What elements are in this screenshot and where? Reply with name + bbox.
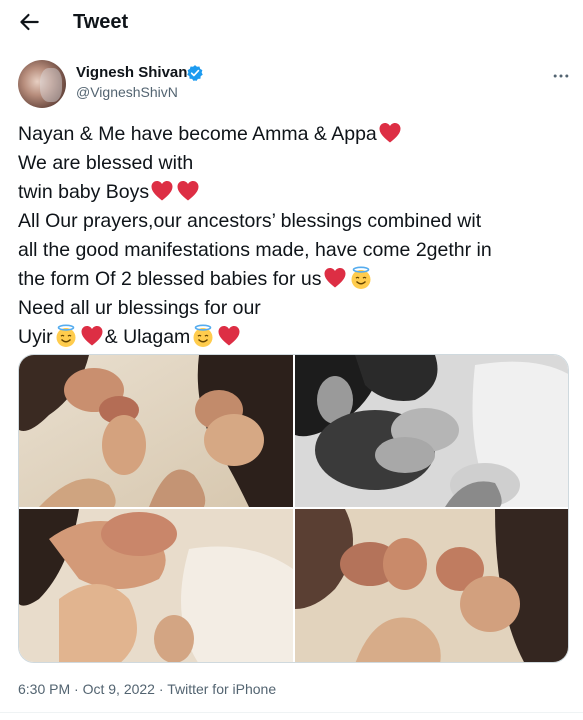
divider: [0, 712, 583, 713]
tweet-line-5: all the good manifestations made, have c…: [18, 239, 492, 261]
meta-separator: ·: [154, 681, 168, 697]
tweet-media-grid: [18, 354, 569, 663]
tweet-line-8-ulagam: & Ulagam: [104, 326, 191, 348]
red-heart-emoji-icon: [176, 179, 200, 203]
more-horizontal-icon[interactable]: [551, 66, 571, 86]
halo-face-emoji-icon: [54, 324, 78, 348]
tweet-author: Vignesh Shivan @VigneshShivN: [0, 56, 583, 112]
tweet-line-1-text: Nayan & Me have become Amma & Appa: [18, 123, 377, 145]
red-heart-emoji-icon: [378, 121, 402, 145]
page-title: Tweet: [73, 11, 129, 33]
top-bar: Tweet: [0, 0, 583, 44]
tweet-photo-1[interactable]: [19, 355, 293, 507]
red-heart-emoji-icon: [80, 324, 104, 348]
halo-face-emoji-icon: [349, 266, 373, 290]
tweet-photo-3[interactable]: [19, 509, 293, 662]
tweet-photo-4[interactable]: [295, 509, 568, 662]
tweet-text: Nayan & Me have become Amma & Appa We ar…: [18, 120, 570, 352]
avatar[interactable]: [18, 60, 66, 108]
tweet-source[interactable]: Twitter for iPhone: [167, 681, 276, 697]
arrow-left-icon[interactable]: [16, 9, 42, 35]
tweet-metadata: 6:30 PM · Oct 9, 2022 · Twitter for iPho…: [18, 681, 276, 697]
tweet-line-6-text: the form Of 2 blessed babies for us: [18, 268, 322, 290]
tweet-line-3-text: twin baby Boys: [18, 181, 150, 203]
tweet-line-6: the form Of 2 blessed babies for us: [18, 265, 570, 294]
red-heart-emoji-icon: [323, 266, 347, 290]
tweet-line-7: Need all ur blessings for our: [18, 297, 261, 319]
tweet-line-3: twin baby Boys: [18, 178, 570, 207]
tweet-line-4: All Our prayers,our ancestors’ blessings…: [18, 210, 482, 232]
tweet-time[interactable]: 6:30 PM: [18, 681, 70, 697]
tweet-date[interactable]: Oct 9, 2022: [83, 681, 155, 697]
tweet-line-8-uyir: Uyir: [18, 326, 53, 348]
author-display-name[interactable]: Vignesh Shivan: [76, 64, 187, 81]
red-heart-emoji-icon: [217, 324, 241, 348]
tweet-line-2: We are blessed with: [18, 152, 194, 174]
verified-badge-icon: [187, 65, 203, 81]
tweet-line-1: Nayan & Me have become Amma & Appa: [18, 120, 570, 149]
tweet-photo-2[interactable]: [295, 355, 568, 507]
halo-face-emoji-icon: [191, 324, 215, 348]
meta-separator: ·: [70, 681, 83, 697]
tweet-line-8: Uyir & Ulagam: [18, 323, 570, 352]
author-handle[interactable]: @VigneshShivN: [76, 84, 178, 100]
red-heart-emoji-icon: [150, 179, 174, 203]
